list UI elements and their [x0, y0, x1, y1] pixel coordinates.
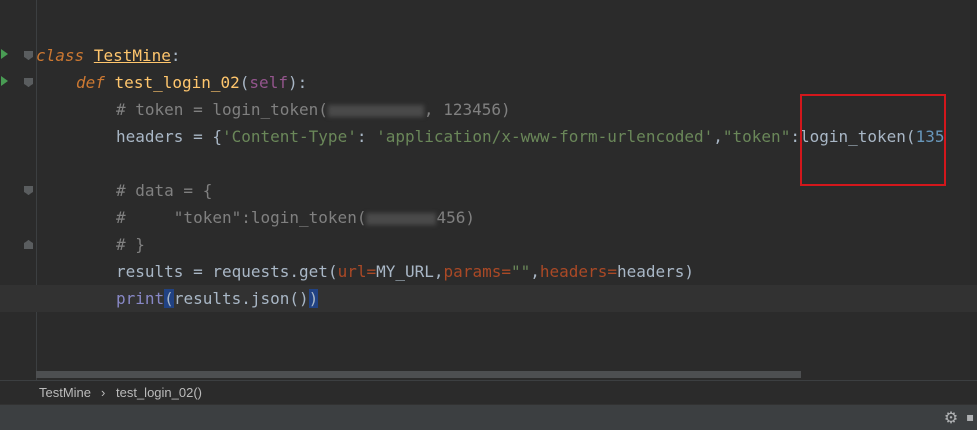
breadcrumb-item-class[interactable]: TestMine	[39, 385, 91, 400]
colon: :	[356, 127, 377, 146]
self-param: self	[249, 73, 288, 92]
colon: :	[790, 127, 800, 146]
token-key: "token"	[722, 127, 791, 146]
comment-data-close: # }	[116, 235, 145, 254]
status-bar: ⚙ ▪	[0, 404, 977, 430]
comment-token-line: # "token":login_token(	[116, 208, 367, 227]
status-widget-icon[interactable]: ▪	[966, 411, 977, 423]
keyword-def: def	[76, 73, 105, 92]
json-call[interactable]: json	[251, 289, 290, 308]
breadcrumb: TestMine › test_login_02()	[0, 380, 977, 404]
comment-token: # token = login_token(	[116, 100, 328, 119]
code-line-7: # "token":login_token( 456)	[0, 204, 977, 231]
code-line-10: print(results.json())	[0, 285, 977, 312]
content-type-value: 'application/x-www-form-urlencoded'	[376, 127, 714, 146]
code-editor[interactable]: class TestMine: def test_login_02(self):…	[0, 0, 977, 380]
function-name[interactable]: test_login_02	[115, 73, 240, 92]
redacted-region	[366, 212, 437, 225]
params-param: params=	[443, 262, 511, 281]
comment-data-open: # data = {	[116, 181, 213, 200]
headers-value: headers	[616, 262, 685, 281]
keyword-class: class	[36, 46, 85, 65]
breadcrumb-item-method[interactable]: test_login_02()	[116, 385, 202, 400]
results-assign: results = requests.	[116, 262, 300, 281]
print-call[interactable]: print	[116, 289, 164, 308]
get-call[interactable]: get	[299, 262, 328, 281]
horizontal-scrollbar[interactable]	[36, 371, 801, 378]
content-type-key: 'Content-Type'	[221, 127, 357, 146]
breadcrumb-separator: ›	[101, 385, 106, 400]
paren: )	[684, 262, 695, 281]
gear-icon[interactable]: ⚙	[942, 409, 960, 427]
highlight-annotation-box	[800, 94, 946, 186]
headers-param: headers=	[539, 262, 617, 281]
url-param: url=	[337, 262, 377, 281]
code-line-8: # }	[0, 231, 977, 258]
url-value: MY_URL	[376, 262, 434, 281]
class-name[interactable]: TestMine	[94, 46, 171, 65]
headers-assign: headers = {	[116, 127, 222, 146]
colon: :	[170, 46, 181, 65]
comment-token-line-tail: 456)	[436, 208, 475, 227]
code-line-2: def test_login_02(self):	[76, 73, 308, 92]
results-ref: results.	[173, 289, 251, 308]
json-parens: ()	[289, 289, 309, 308]
matched-paren-open: (	[164, 289, 174, 308]
params-value: ""	[510, 262, 531, 281]
comma: ,	[713, 127, 723, 146]
matched-paren-close: )	[308, 289, 319, 308]
paren: (	[327, 262, 338, 281]
code-line-1: class TestMine:	[0, 42, 977, 69]
comma: ,	[433, 262, 444, 281]
redacted-region	[327, 104, 424, 117]
def-close: ):	[287, 73, 308, 92]
code-line-9: results = requests.get(url=MY_URL,params…	[0, 258, 977, 285]
comma: ,	[530, 262, 540, 281]
comment-token-tail: , 123456)	[423, 100, 511, 119]
